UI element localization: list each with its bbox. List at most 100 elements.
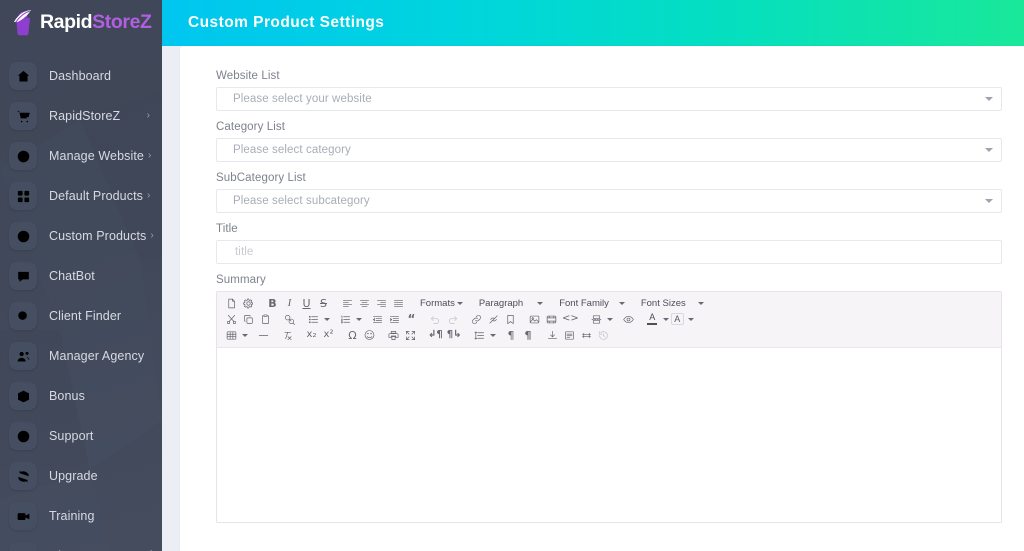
shopping-bag-feather-icon (14, 10, 31, 36)
undo-icon[interactable] (427, 311, 444, 327)
emoticon-icon[interactable]: ☺ (361, 327, 378, 343)
chevron-down-icon[interactable] (606, 317, 613, 321)
sidebar-item-change-password[interactable]: Change Password (0, 536, 162, 551)
outdent-icon[interactable] (369, 311, 386, 327)
page-break-icon[interactable] (588, 311, 605, 327)
horizontal-rule-icon[interactable] (255, 327, 272, 343)
bullet-list-icon[interactable] (305, 311, 322, 327)
chevron-down-icon[interactable] (489, 333, 496, 337)
blockquote-icon[interactable]: “ (403, 311, 420, 327)
sidebar-item-support[interactable]: Support (0, 416, 162, 456)
chevron-down-icon[interactable] (687, 317, 694, 321)
font-family-menu-button[interactable]: Font Family (553, 295, 628, 311)
line-height-icon[interactable] (471, 327, 488, 343)
sidebar-item-manager-agency[interactable]: Manager Agency (0, 336, 162, 376)
visual-chars-icon[interactable]: ¶ (520, 327, 537, 343)
text-color-icon[interactable]: A (644, 311, 661, 327)
brand-logo[interactable]: RapidStoreZ (0, 0, 162, 46)
title-input[interactable]: title (216, 240, 1002, 264)
refresh-cycle-icon (9, 462, 37, 490)
sidebar-item-dashboard[interactable]: Dashboard (0, 56, 162, 96)
redo-icon[interactable] (444, 311, 461, 327)
sidebar-item-manage-website[interactable]: Manage Website › (0, 136, 162, 176)
indent-icon[interactable] (386, 311, 403, 327)
chevron-down-icon[interactable] (324, 317, 330, 321)
chevron-down-icon[interactable] (242, 333, 248, 337)
numbered-list-icon[interactable] (337, 311, 354, 327)
editor-toolbar-row-3: x₂ x² Ω ☺ ↲¶ ¶↳ ¶ ¶ (223, 327, 997, 343)
toc-icon[interactable] (561, 327, 578, 343)
bold-icon[interactable]: B (264, 295, 281, 311)
paragraph-menu-button[interactable]: Paragraph (473, 295, 546, 311)
anchor-icon[interactable] (502, 311, 519, 327)
italic-icon[interactable]: I (281, 295, 298, 311)
lifebuoy-icon (9, 422, 37, 450)
summary-editor-content[interactable] (217, 348, 1001, 522)
copy-icon[interactable] (240, 311, 257, 327)
sidebar-item-label: Default Products (49, 189, 144, 203)
unlink-icon[interactable] (485, 311, 502, 327)
superscript-icon[interactable]: x² (320, 327, 337, 343)
sidebar-item-label: Upgrade (49, 469, 98, 483)
restore-draft-icon[interactable] (595, 327, 612, 343)
cut-scissors-icon[interactable] (223, 311, 240, 327)
brand-name-part2: StoreZ (92, 11, 152, 34)
underline-icon[interactable]: U (298, 295, 315, 311)
find-replace-icon[interactable] (281, 311, 298, 327)
sidebar-item-custom-products[interactable]: Custom Products › (0, 216, 162, 256)
chevron-right-icon: › (147, 190, 151, 201)
chevron-down-icon[interactable] (356, 317, 362, 321)
insert-media-icon[interactable] (543, 311, 560, 327)
print-icon[interactable] (385, 327, 402, 343)
field-subcategory-list: SubCategory List Please select subcatego… (216, 172, 1002, 213)
source-code-icon[interactable]: <​> (560, 311, 581, 327)
align-left-icon[interactable] (339, 295, 356, 311)
category-list-placeholder: Please select category (233, 144, 351, 156)
page-header: Custom Product Settings (162, 0, 1024, 46)
chevron-down-icon (985, 199, 993, 203)
fullscreen-icon[interactable] (402, 327, 419, 343)
website-list-select[interactable]: Please select your website (216, 87, 1002, 111)
background-color-icon[interactable]: A (669, 311, 686, 327)
show-blocks-icon[interactable]: ¶ (503, 327, 520, 343)
paste-icon[interactable] (257, 311, 274, 327)
settings-gear-icon[interactable] (240, 295, 257, 311)
chevron-down-icon (985, 97, 993, 101)
formats-menu-button[interactable]: Formats (414, 295, 466, 311)
subcategory-list-label: SubCategory List (216, 172, 306, 184)
grid-squares-icon (9, 182, 37, 210)
nonbreaking-icon[interactable] (578, 327, 595, 343)
strikethrough-icon[interactable]: S (315, 295, 332, 311)
category-list-select[interactable]: Please select category (216, 138, 1002, 162)
sidebar-item-bonus[interactable]: Bonus (0, 376, 162, 416)
sidebar-item-upgrade[interactable]: Upgrade (0, 456, 162, 496)
align-right-icon[interactable] (373, 295, 390, 311)
subscript-icon[interactable]: x₂ (303, 327, 320, 343)
clear-formatting-icon[interactable] (279, 327, 296, 343)
sidebar-item-training[interactable]: Training (0, 496, 162, 536)
chevron-down-icon (537, 301, 544, 305)
shopping-cart-icon (9, 102, 37, 130)
summary-rich-text-editor: B I U S Formats Paragraph Font Family Fo… (216, 291, 1002, 523)
special-character-icon[interactable]: Ω (344, 327, 361, 343)
rtl-icon[interactable]: ¶↳ (445, 327, 464, 343)
align-center-icon[interactable] (356, 295, 373, 311)
brand-name-part1: Rapid (40, 11, 93, 34)
sidebar-item-default-products[interactable]: Default Products › (0, 176, 162, 216)
insert-image-icon[interactable] (526, 311, 543, 327)
insert-table-icon[interactable] (223, 327, 240, 343)
insert-link-icon[interactable] (468, 311, 485, 327)
preview-icon[interactable] (620, 311, 637, 327)
font-sizes-menu-button[interactable]: Font Sizes (635, 295, 707, 311)
sidebar-item-chatbot[interactable]: ChatBot (0, 256, 162, 296)
sidebar-item-client-finder[interactable]: Client Finder (0, 296, 162, 336)
align-justify-icon[interactable] (390, 295, 407, 311)
sidebar: RapidStoreZ Dashboard RapidStoreZ › Mana… (0, 0, 162, 551)
ltr-icon[interactable]: ↲¶ (426, 327, 445, 343)
chevron-down-icon (985, 148, 993, 152)
subcategory-list-select[interactable]: Please select subcategory (216, 189, 1002, 213)
sidebar-item-rapidstorez[interactable]: RapidStoreZ › (0, 96, 162, 136)
sidebar-item-label: Client Finder (49, 309, 122, 323)
new-document-icon[interactable] (223, 295, 240, 311)
template-icon[interactable] (544, 327, 561, 343)
